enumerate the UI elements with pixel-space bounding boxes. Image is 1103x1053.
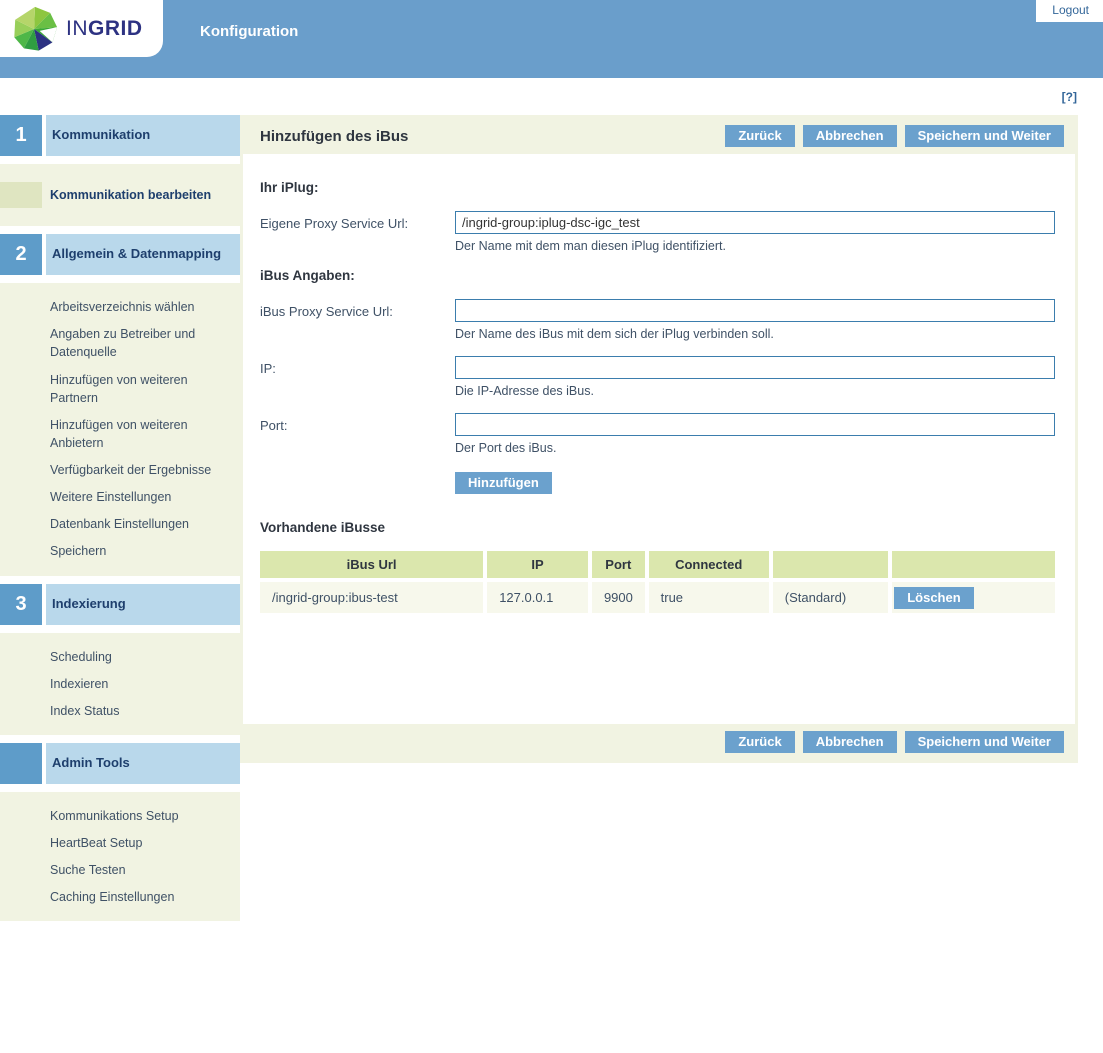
sidebar-item-datenbank-einstellungen[interactable]: Datenbank Einstellungen (0, 515, 240, 533)
port-label: Port: (260, 413, 455, 470)
sidebar-section-kommunikation: 1 Kommunikation Kommunikation bearbeiten (0, 115, 240, 226)
table-row: /ingrid-group:ibus-test 127.0.0.1 9900 t… (260, 582, 1055, 613)
sidebar-item-weitere-einstellungen[interactable]: Weitere Einstellungen (0, 488, 240, 506)
cancel-button-bottom[interactable]: Abbrechen (803, 731, 897, 753)
sidebar-section-allgemein-datenmapping: 2 Allgemein & Datenmapping Arbeitsverzei… (0, 234, 240, 575)
col-port: Port (592, 551, 645, 578)
sidebar-item-verfuegbarkeit[interactable]: Verfügbarkeit der Ergebnisse (0, 461, 240, 479)
ibus-proxy-url-input[interactable] (455, 299, 1055, 322)
add-ibus-button[interactable]: Hinzufügen (455, 472, 552, 494)
logout-button[interactable]: Logout (1036, 0, 1103, 22)
sidebar-item-kommunikation-bearbeiten[interactable]: Kommunikation bearbeiten (0, 186, 240, 204)
cancel-button-top[interactable]: Abbrechen (803, 125, 897, 147)
step-2-number: 2 (0, 234, 42, 275)
save-and-next-button-bottom[interactable]: Speichern und Weiter (905, 731, 1064, 753)
sidebar-section-title-indexierung[interactable]: Indexierung (46, 584, 240, 625)
sidebar-item-angaben-betreiber[interactable]: Angaben zu Betreiber und Datenquelle (0, 325, 240, 361)
own-proxy-url-label: Eigene Proxy Service Url: (260, 211, 455, 268)
sidebar-section-title-kommunikation[interactable]: Kommunikation (46, 115, 240, 156)
col-ibus-url: iBus Url (260, 551, 483, 578)
own-proxy-url-input[interactable] (455, 211, 1055, 234)
port-help: Der Port des iBus. (455, 441, 1055, 455)
sidebar: 1 Kommunikation Kommunikation bearbeiten… (0, 115, 240, 929)
sidebar-section-indexierung: 3 Indexierung Scheduling Indexieren Inde… (0, 584, 240, 735)
help-row: [?] (0, 78, 1103, 115)
port-input[interactable] (455, 413, 1055, 436)
app-header: INGRID Konfiguration Logout (0, 0, 1103, 78)
back-button-top[interactable]: Zurück (725, 125, 794, 147)
ip-label: IP: (260, 356, 455, 413)
help-link[interactable]: [?] (1062, 90, 1077, 104)
sidebar-section-title-allgemein[interactable]: Allgemein & Datenmapping (46, 234, 240, 275)
cell-standard: (Standard) (773, 582, 888, 613)
iplug-section-heading: Ihr iPlug: (260, 180, 1055, 195)
sidebar-item-arbeitsverzeichnis[interactable]: Arbeitsverzeichnis wählen (0, 298, 240, 316)
main-panel: Hinzufügen des iBus Zurück Abbrechen Spe… (240, 115, 1078, 763)
step-1-number: 1 (0, 115, 42, 156)
save-and-next-button-top[interactable]: Speichern und Weiter (905, 125, 1064, 147)
sidebar-item-indexieren[interactable]: Indexieren (0, 675, 240, 693)
sidebar-item-caching-einstellungen[interactable]: Caching Einstellungen (0, 888, 240, 906)
active-item-marker (0, 182, 42, 208)
admin-tools-number (0, 743, 42, 784)
ingrid-logo-icon (12, 6, 58, 52)
cell-port: 9900 (592, 582, 645, 613)
existing-ibusse-heading: Vorhandene iBusse (260, 520, 1055, 535)
own-proxy-url-help: Der Name mit dem man diesen iPlug identi… (455, 239, 1055, 253)
col-connected: Connected (649, 551, 769, 578)
sidebar-item-index-status[interactable]: Index Status (0, 702, 240, 720)
sidebar-item-weitere-anbietern[interactable]: Hinzufügen von weiteren Anbietern (0, 416, 240, 452)
page-title: Konfiguration (200, 23, 298, 40)
sidebar-section-title-admin-tools[interactable]: Admin Tools (46, 743, 240, 784)
sidebar-item-suche-testen[interactable]: Suche Testen (0, 861, 240, 879)
logo-box: INGRID (0, 0, 163, 57)
sidebar-item-kommunikations-setup[interactable]: Kommunikations Setup (0, 807, 240, 825)
cell-ip: 127.0.0.1 (487, 582, 588, 613)
logo-wordmark: INGRID (66, 17, 143, 41)
cell-connected: true (649, 582, 769, 613)
sidebar-section-admin-tools: Admin Tools Kommunikations Setup HeartBe… (0, 743, 240, 922)
back-button-bottom[interactable]: Zurück (725, 731, 794, 753)
ip-input[interactable] (455, 356, 1055, 379)
ibus-table: iBus Url IP Port Connected /ingrid-group… (256, 547, 1059, 617)
col-actions (892, 551, 1055, 578)
panel-body: Ihr iPlug: Eigene Proxy Service Url: Der… (243, 154, 1075, 724)
sidebar-item-weitere-partnern[interactable]: Hinzufügen von weiteren Partnern (0, 371, 240, 407)
sidebar-item-heartbeat-setup[interactable]: HeartBeat Setup (0, 834, 240, 852)
panel-header: Hinzufügen des iBus Zurück Abbrechen Spe… (243, 118, 1075, 154)
sidebar-item-scheduling[interactable]: Scheduling (0, 648, 240, 666)
ibus-section-heading: iBus Angaben: (260, 268, 1055, 283)
ip-help: Die IP-Adresse des iBus. (455, 384, 1055, 398)
sidebar-item-label: Kommunikation bearbeiten (50, 188, 211, 202)
table-header-row: iBus Url IP Port Connected (260, 551, 1055, 578)
ibus-proxy-url-help: Der Name des iBus mit dem sich der iPlug… (455, 327, 1055, 341)
col-ip: IP (487, 551, 588, 578)
col-standard (773, 551, 888, 578)
panel-title: Hinzufügen des iBus (260, 128, 408, 145)
ibus-proxy-url-label: iBus Proxy Service Url: (260, 299, 455, 356)
step-3-number: 3 (0, 584, 42, 625)
panel-footer: Zurück Abbrechen Speichern und Weiter (243, 724, 1075, 760)
cell-ibus-url: /ingrid-group:ibus-test (260, 582, 483, 613)
delete-ibus-button[interactable]: Löschen (894, 587, 973, 609)
sidebar-item-speichern[interactable]: Speichern (0, 542, 240, 560)
